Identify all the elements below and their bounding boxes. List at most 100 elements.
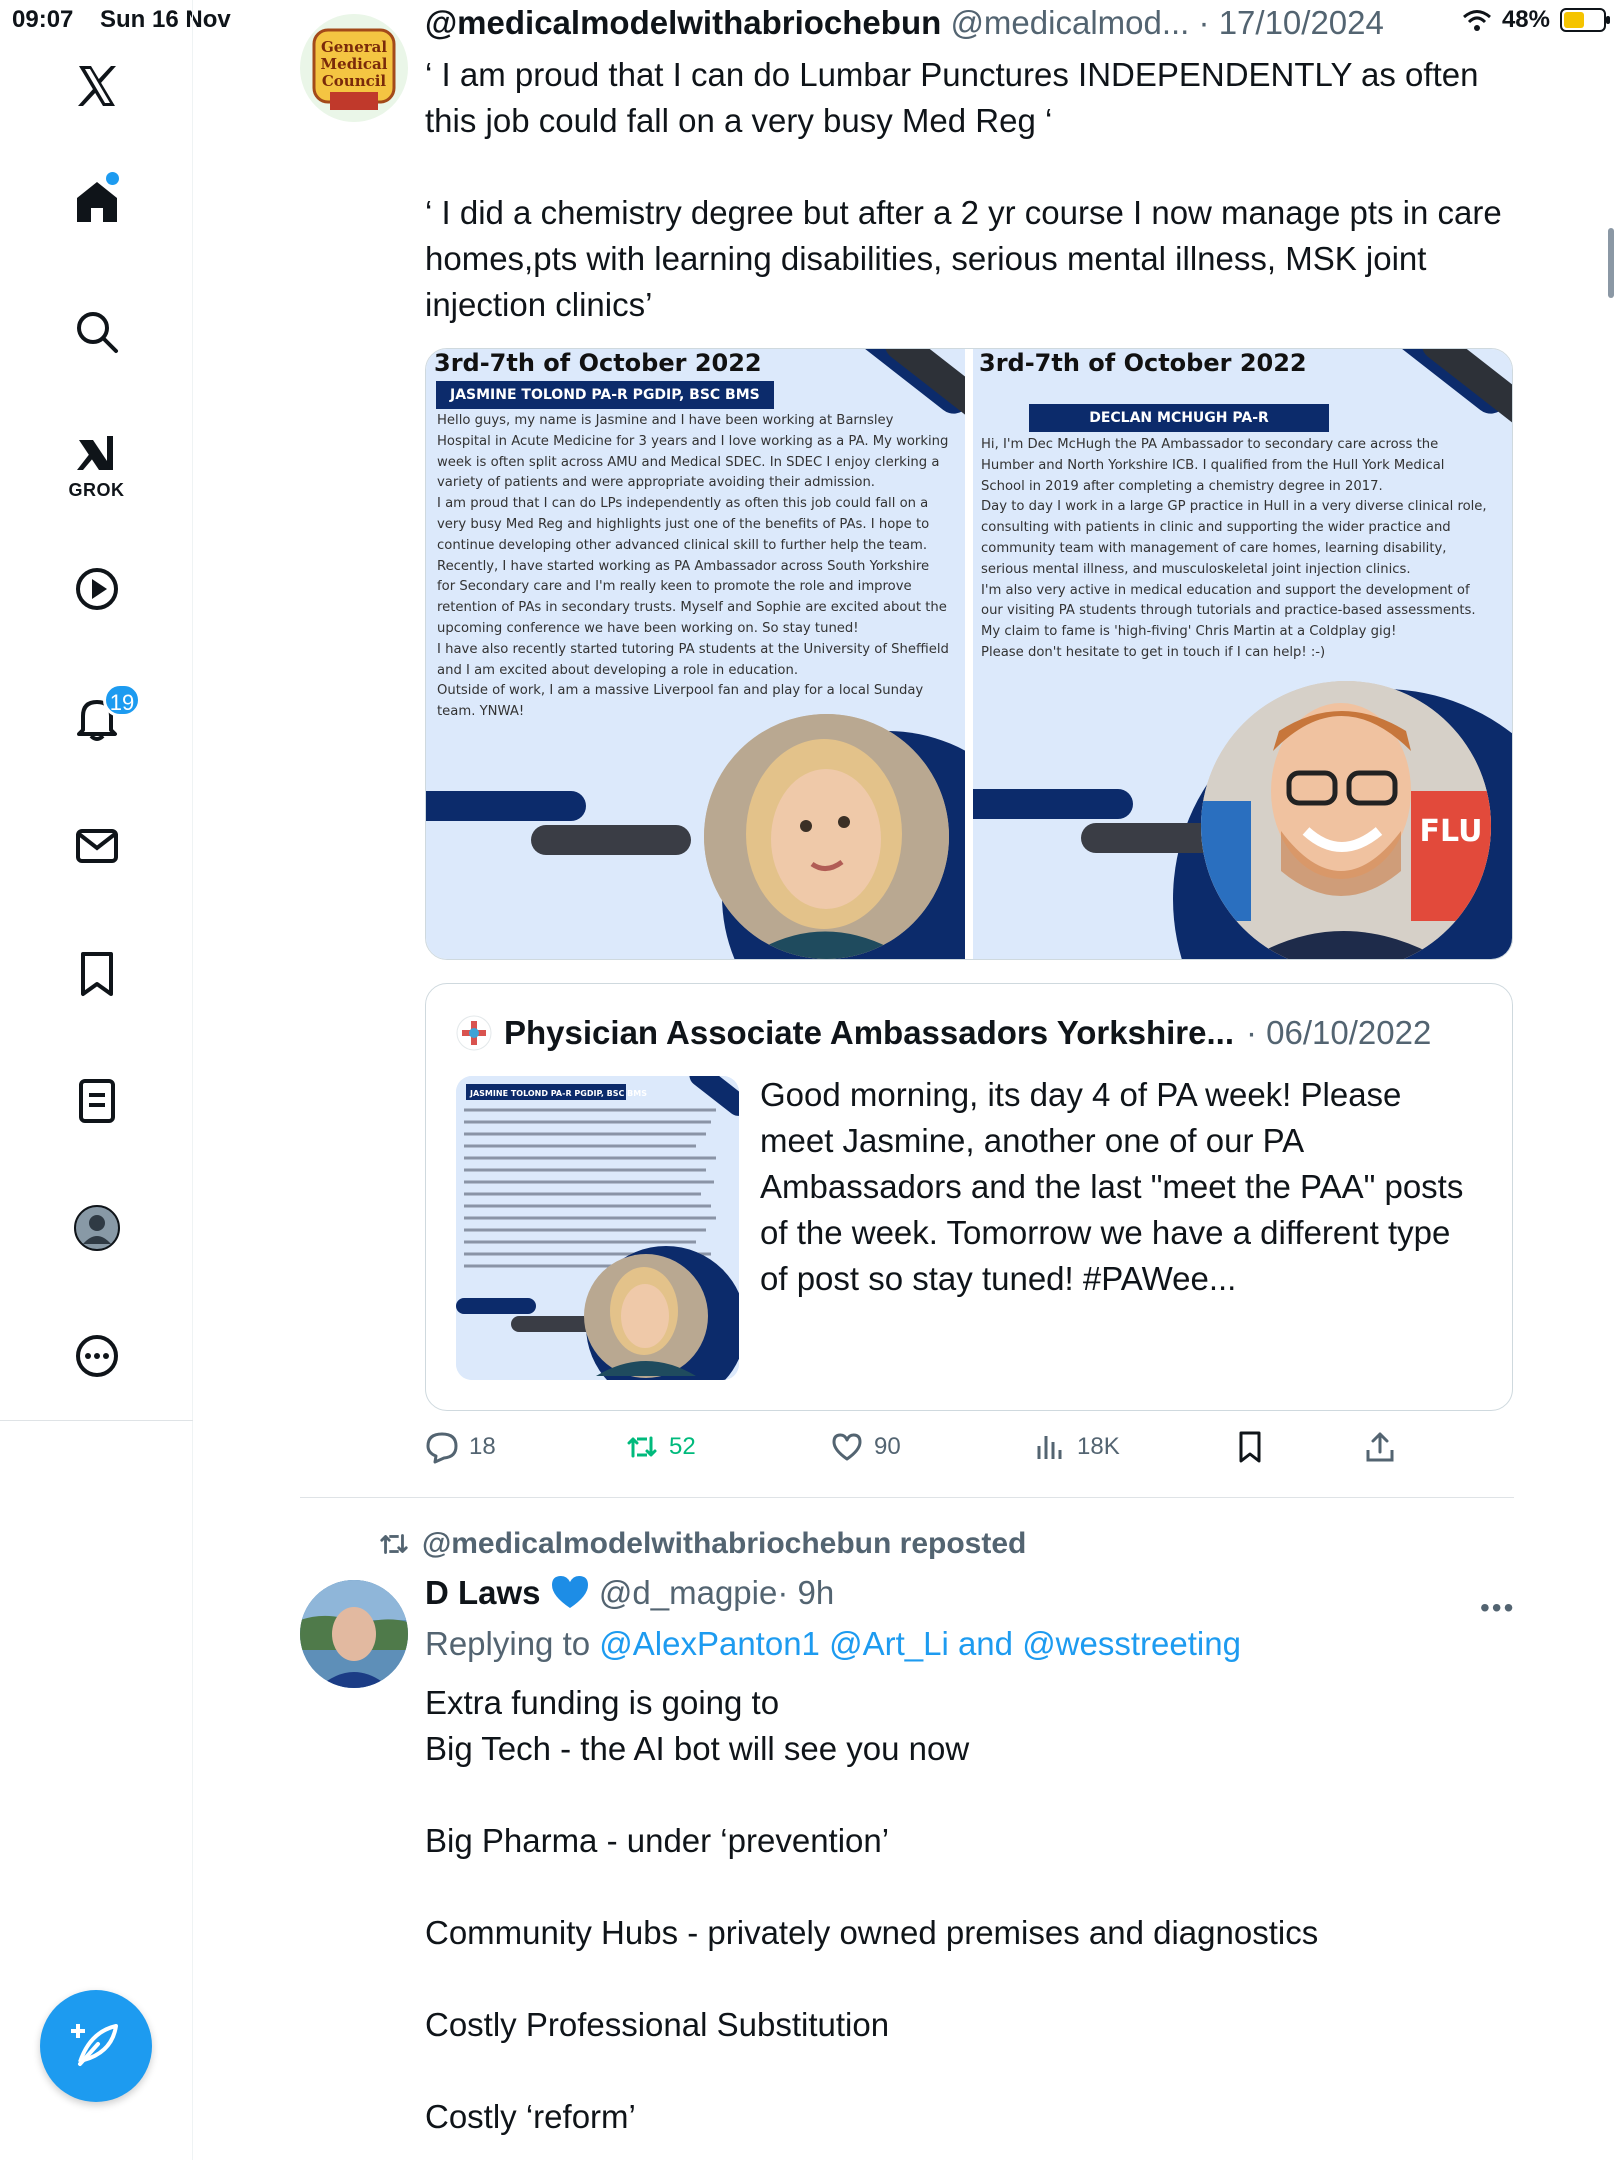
card-body-text: Hello guys, my name is Jasmine and I hav… [437, 413, 949, 720]
notifications-badge: 19 [103, 683, 141, 717]
quoted-tweet-date[interactable]: · 06/10/2022 [1246, 1014, 1431, 1052]
more-circle-icon [75, 1335, 118, 1377]
card-decor [973, 789, 1133, 819]
scrollbar-thumb[interactable] [1608, 228, 1614, 298]
sidebar-item-more[interactable] [0, 1332, 193, 1380]
svg-text:Council: Council [322, 72, 387, 90]
status-right: 48% [1462, 6, 1610, 34]
views-count: 18K [1077, 1433, 1120, 1460]
sidebar-nav: GROK 19 [0, 0, 193, 2160]
declan-portrait: FLU [1201, 681, 1491, 959]
card-title: 3rd-7th of October 2022 [979, 349, 1307, 377]
home-notification-dot [106, 172, 119, 185]
tweet-author-handle[interactable]: @medicalmod... [950, 4, 1189, 41]
grok-icon [76, 436, 113, 470]
list-icon [78, 1079, 115, 1123]
wifi-icon [1462, 10, 1491, 31]
replying-to-users-link[interactable]: @AlexPanton1 @Art_Li [599, 1625, 949, 1662]
repost-context-label: @medicalmodelwithabriochebun reposted [422, 1527, 1027, 1560]
sidebar-item-lists[interactable] [0, 1077, 193, 1125]
search-icon [76, 312, 118, 353]
like-count: 90 [874, 1433, 901, 1460]
card-decor [531, 825, 691, 855]
reply-author-avatar[interactable] [300, 1580, 408, 1688]
svg-text:General: General [321, 38, 387, 56]
thumb-banner-text: JASMINE TOLOND PA-R PGDIP, BSC BMS [469, 1089, 647, 1098]
quoted-tweet[interactable]: Physician Associate Ambassadors Yorkshir… [425, 983, 1513, 1411]
replying-to-prefix: Replying to [425, 1625, 600, 1662]
quoted-author-name[interactable]: Physician Associate Ambassadors Yorkshir… [504, 1014, 1234, 1052]
reply-author-handle[interactable]: @d_magpie [599, 1574, 777, 1611]
tweet-header: @medicalmodelwithabriochebun @medicalmod… [425, 4, 1384, 42]
media-image-declan[interactable]: 3rd-7th of October 2022 DECLAN MCHUGH PA… [973, 349, 1512, 959]
blue-heart-icon [551, 1576, 588, 1608]
share-icon [1366, 1432, 1394, 1462]
compose-feather-icon [71, 2024, 118, 2066]
battery-percent: 48% [1501, 6, 1550, 33]
media-image-jasmine[interactable]: 3rd-7th of October 2022 JASMINE TOLOND P… [426, 349, 965, 959]
card-body-text: Hi, I'm Dec McHugh the PA Ambassador to … [981, 437, 1487, 660]
battery-icon [1560, 8, 1610, 32]
reply-tweet-header: D Laws @d_magpie· 9h [425, 1574, 834, 1612]
mail-icon [75, 829, 118, 863]
tweet-author-avatar[interactable]: General Medical Council [300, 14, 408, 122]
bookmark-button[interactable] [1233, 1430, 1267, 1464]
replying-to: Replying to @AlexPanton1 @Art_Li and @we… [425, 1625, 1241, 1663]
d-laws-avatar-image [300, 1580, 408, 1688]
reply-tweet-body: Extra funding is going to Big Tech - the… [425, 1684, 1319, 2135]
home-icon [76, 182, 117, 222]
sidebar-item-bookmarks[interactable] [0, 950, 193, 998]
sidebar-item-notifications[interactable] [0, 694, 193, 742]
sidebar-item-explore[interactable] [0, 308, 193, 356]
repost-button[interactable]: 52 [625, 1430, 696, 1464]
flu-poster-text: FLU [1420, 814, 1483, 849]
profile-avatar-icon [73, 1205, 120, 1251]
sidebar-item-grok[interactable]: GROK [0, 430, 193, 501]
heart-icon [832, 1433, 862, 1461]
play-icon [75, 568, 118, 610]
tweet-date[interactable]: · 17/10/2024 [1199, 4, 1384, 41]
quoted-tweet-text: Good morning, its day 4 of PA week! Plea… [760, 1076, 1464, 1297]
card-name-banner: JASMINE TOLOND PA-R PGDIP, BSC BMS [436, 381, 774, 409]
gmc-avatar-image: General Medical Council [312, 28, 396, 110]
views-button[interactable]: 18K [1033, 1430, 1120, 1464]
repost-count: 52 [669, 1433, 696, 1460]
x-logo[interactable] [0, 62, 193, 110]
reply-author-name[interactable]: D Laws [425, 1574, 541, 1611]
sidebar-item-video[interactable] [0, 565, 193, 613]
share-button[interactable] [1363, 1430, 1397, 1464]
tweet-separator [300, 1497, 1514, 1498]
replying-to-last-link[interactable]: @wesstreeting [1022, 1625, 1241, 1662]
repost-context[interactable]: @medicalmodelwithabriochebun reposted [378, 1527, 1026, 1561]
sidebar-item-messages[interactable] [0, 822, 193, 870]
card-title: 3rd-7th of October 2022 [434, 349, 762, 377]
tweet-media-grid[interactable]: 3rd-7th of October 2022 JASMINE TOLOND P… [425, 348, 1513, 960]
card-name-banner: DECLAN MCHUGH PA-R [1029, 404, 1329, 432]
more-options-icon[interactable]: ••• [1480, 1592, 1515, 1624]
tweet-body: ‘ I am proud that I can do Lumbar Punctu… [425, 56, 1502, 323]
repost-small-icon [380, 1534, 408, 1554]
svg-text:Medical: Medical [321, 55, 388, 73]
like-button[interactable]: 90 [830, 1430, 901, 1464]
quoted-author-avatar[interactable] [456, 1015, 492, 1051]
replying-to-and: and [948, 1625, 1023, 1662]
repost-icon [627, 1436, 657, 1458]
x-logo-icon [77, 66, 116, 106]
compose-post-button[interactable] [40, 1990, 152, 2102]
bookmark-icon [80, 952, 113, 996]
views-chart-icon [1037, 1436, 1062, 1459]
sidebar-item-home[interactable] [0, 178, 193, 226]
sidebar-divider [0, 1420, 193, 1421]
tweet-actions: 18 52 90 18K [425, 1430, 1425, 1474]
quoted-tweet-thumbnail[interactable]: JASMINE TOLOND PA-R PGDIP, BSC BMS [456, 1076, 739, 1380]
reply-button[interactable]: 18 [425, 1430, 496, 1464]
sidebar-item-profile[interactable] [0, 1204, 193, 1252]
jasmine-portrait [704, 714, 949, 959]
reply-count: 18 [469, 1433, 496, 1460]
card-decor [426, 791, 586, 821]
tweet-author-name[interactable]: @medicalmodelwithabriochebun [425, 4, 941, 41]
reply-icon [426, 1432, 458, 1464]
reply-tweet-time[interactable]: · 9h [777, 1574, 834, 1611]
bookmark-outline-icon [1239, 1431, 1261, 1463]
grok-label: GROK [68, 480, 125, 500]
